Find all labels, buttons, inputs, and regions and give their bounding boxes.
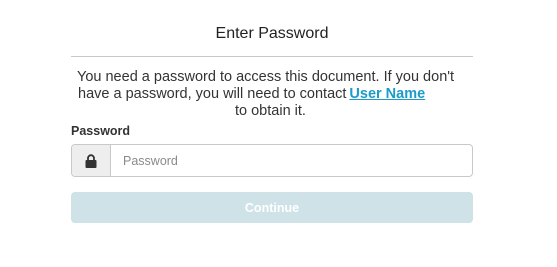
message-line-2-text: have a password, you will need to contac… [78, 86, 347, 102]
password-input[interactable] [111, 145, 472, 176]
password-input-group [71, 144, 473, 177]
contact-user-link[interactable]: User Name [349, 86, 425, 102]
password-label: Password [71, 124, 131, 138]
message-line-1: You need a password to access this docum… [77, 69, 455, 85]
password-message: You need a password to access this docum… [72, 69, 474, 120]
title-divider [71, 56, 473, 57]
continue-button[interactable]: Continue [71, 192, 473, 223]
message-line-2: have a password, you will need to contac… [72, 86, 474, 103]
lock-icon [72, 145, 111, 176]
password-dialog: Enter Password You need a password to ac… [0, 0, 557, 267]
message-line-3: to obtain it. [235, 103, 306, 119]
dialog-title: Enter Password [215, 25, 329, 42]
